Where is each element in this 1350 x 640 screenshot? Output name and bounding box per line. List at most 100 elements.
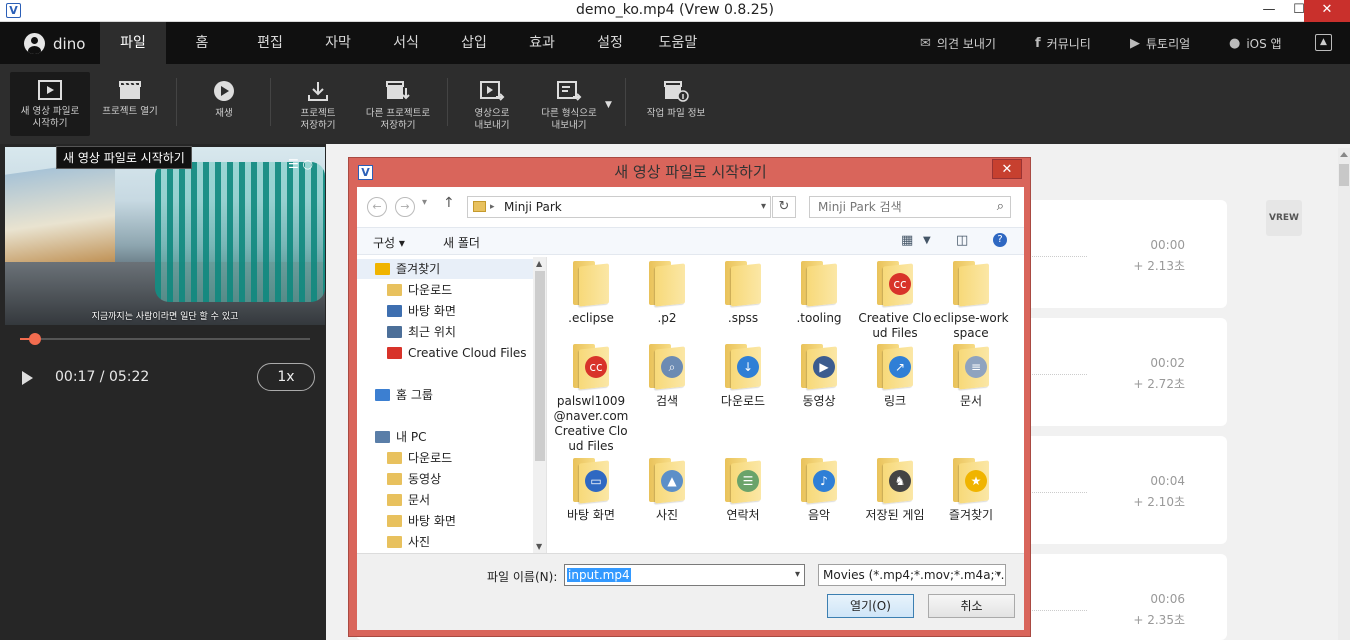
vrew-logo[interactable]: VREW	[1266, 200, 1302, 236]
nav-item[interactable]: 사진	[357, 532, 537, 552]
nav-item-label: 사진	[408, 535, 431, 549]
scroll-up-icon[interactable]	[1340, 152, 1348, 157]
nav-item[interactable]: 바탕 화면	[357, 511, 537, 531]
cancel-button[interactable]: 취소	[928, 594, 1015, 618]
folder-name: 저장된 게임	[865, 508, 925, 522]
folder-item[interactable]: ↗ 링크	[857, 344, 933, 409]
tab-effect[interactable]: 효과	[509, 22, 575, 64]
video-overlay-icons[interactable]: ☰ ○	[288, 157, 313, 171]
nav-item-label: 문서	[408, 493, 431, 507]
new-video-button[interactable]: 새 영상 파일로 시작하기	[10, 72, 90, 136]
tab-home[interactable]: 홈	[169, 22, 235, 64]
folder-item[interactable]: cc palswl1009@naver.com Creative Cloud Fi…	[553, 344, 629, 454]
editor-scrollbar[interactable]	[1338, 148, 1350, 640]
navigation-row: ← → ▾ ↑ ▸ Minji Park ▾ ↻ Minji Park 검색 ⌕	[357, 187, 1024, 227]
nav-item[interactable]: 바탕 화면	[357, 301, 537, 321]
preview-pane-icon[interactable]: ◫	[956, 233, 968, 248]
open-button[interactable]: 열기(O)	[827, 594, 914, 618]
navigation-pane[interactable]: 사진 바탕 화면 문서 동영상 다운로드 내 PC 홈 그룹 Creative Cloud F…	[357, 257, 547, 553]
nav-scrollbar[interactable]: ▲ ▼	[533, 257, 546, 553]
nav-item[interactable]: 최근 위치	[357, 322, 537, 342]
folder-item[interactable]: .eclipse	[553, 261, 629, 326]
nav-item[interactable]: 내 PC	[357, 427, 537, 447]
play-button[interactable]: 재생	[190, 72, 258, 136]
search-input[interactable]: Minji Park 검색 ⌕	[809, 196, 1011, 218]
scrollbar-thumb[interactable]	[1339, 164, 1349, 186]
folder-icon: ≡	[951, 344, 991, 390]
breadcrumb-chevron-icon[interactable]: ▸	[490, 197, 495, 217]
folder-item[interactable]: ⌕ 검색	[629, 344, 705, 409]
folder-item[interactable]: .spss	[705, 261, 781, 326]
back-arrow-icon[interactable]: ←	[367, 197, 387, 217]
view-dropdown-icon[interactable]: ▼	[923, 235, 931, 246]
tab-format[interactable]: 서식	[373, 22, 439, 64]
folder-item[interactable]: eclipse-workspace	[933, 261, 1009, 341]
minimize-button[interactable]: —	[1254, 0, 1284, 22]
search-icon[interactable]: ⌕	[997, 197, 1004, 217]
filetype-select[interactable]: Movies (*.mp4;*.mov;*.m4a;*.r ▾	[818, 564, 1006, 586]
collapse-ribbon-icon[interactable]: ▲	[1315, 34, 1332, 51]
tab-help[interactable]: 도움말	[645, 22, 711, 64]
save-project-button[interactable]: 프로젝트 저장하기	[283, 72, 353, 136]
tab-subtitle[interactable]: 자막	[305, 22, 371, 64]
nav-scroll-up-icon[interactable]: ▲	[536, 259, 542, 268]
folder-name: 링크	[883, 394, 907, 408]
folder-item[interactable]: ↓ 다운로드	[705, 344, 781, 409]
nav-item[interactable]: 문서	[357, 490, 537, 510]
help-icon[interactable]: ?	[993, 233, 1007, 247]
dialog-close-button[interactable]: ✕	[992, 159, 1022, 179]
play-icon[interactable]	[22, 371, 33, 385]
recent-dropdown-icon[interactable]: ▾	[422, 197, 427, 208]
folder-item[interactable]: .p2	[629, 261, 705, 326]
nav-item[interactable]: 동영상	[357, 469, 537, 489]
speed-button[interactable]: 1x	[257, 363, 315, 391]
folder-item[interactable]: ▲ 사진	[629, 458, 705, 523]
folder-item[interactable]: cc Creative Cloud Files	[857, 261, 933, 341]
refresh-icon[interactable]: ↻	[772, 196, 796, 218]
open-project-button[interactable]: 프로젝트 열기	[94, 72, 166, 136]
folder-item[interactable]: .tooling	[781, 261, 857, 326]
save-as-project-button[interactable]: 다른 프로젝트로 저장하기	[360, 72, 436, 136]
folder-item[interactable]: ♞ 저장된 게임	[857, 458, 933, 523]
export-dropdown-icon[interactable]: ▼	[605, 100, 612, 110]
file-info-button[interactable]: 작업 파일 정보	[640, 72, 712, 136]
filetype-dropdown-icon[interactable]: ▾	[995, 565, 1001, 585]
nav-item[interactable]: Creative Cloud Files	[357, 343, 537, 363]
nav-item[interactable]: 다운로드	[357, 280, 537, 300]
folder-item[interactable]: ★ 즐겨찾기	[933, 458, 1009, 523]
export-video-button[interactable]: 영상으로 내보내기	[458, 72, 526, 136]
new-folder-button[interactable]: 새 폴더	[443, 234, 480, 251]
progress-knob[interactable]	[29, 333, 42, 345]
ios-app-link[interactable]: ● iOS 앱	[1229, 35, 1282, 52]
tutorial-link[interactable]: ▶ 튜토리얼	[1130, 35, 1190, 52]
forward-arrow-icon[interactable]: →	[395, 197, 415, 217]
community-link[interactable]: f 커뮤니티	[1035, 35, 1091, 52]
nav-item[interactable]: 다운로드	[357, 448, 537, 468]
video-preview[interactable]: ☰ ○ 지금까지는 사람이라면 일단 할 수 있고	[5, 147, 325, 325]
nav-scrollbar-thumb[interactable]	[535, 271, 545, 461]
organize-button[interactable]: 구성 ▾	[373, 234, 405, 251]
nav-scroll-down-icon[interactable]: ▼	[536, 542, 542, 551]
tab-insert[interactable]: 삽입	[441, 22, 507, 64]
folder-item[interactable]: ♪ 음악	[781, 458, 857, 523]
tab-edit[interactable]: 편집	[237, 22, 303, 64]
up-arrow-icon[interactable]: ↑	[443, 195, 455, 211]
nav-item[interactable]: 홈 그룹	[357, 385, 537, 405]
view-options-icon[interactable]: ▦	[901, 233, 913, 248]
filename-dropdown-icon[interactable]: ▾	[795, 565, 800, 585]
tab-file[interactable]: 파일	[100, 22, 166, 64]
address-bar[interactable]: ▸ Minji Park ▾	[467, 196, 771, 218]
folder-item[interactable]: ▭ 바탕 화면	[553, 458, 629, 523]
tab-settings[interactable]: 설정	[577, 22, 643, 64]
feedback-link[interactable]: ✉ 의견 보내기	[920, 35, 996, 52]
export-format-button[interactable]: 다른 형식으로 내보내기	[533, 72, 605, 136]
filename-input[interactable]: input.mp4 ▾	[564, 564, 805, 586]
folder-item[interactable]: ▶ 동영상	[781, 344, 857, 409]
user-account[interactable]: dino	[24, 33, 85, 54]
window-close-button[interactable]: ✕	[1304, 0, 1350, 22]
playback-progress[interactable]	[20, 333, 310, 345]
folder-item[interactable]: ≡ 문서	[933, 344, 1009, 409]
folder-item[interactable]: ☰ 연락처	[705, 458, 781, 523]
address-dropdown-icon[interactable]: ▾	[761, 197, 766, 217]
nav-item[interactable]: 즐겨찾기	[357, 259, 537, 279]
